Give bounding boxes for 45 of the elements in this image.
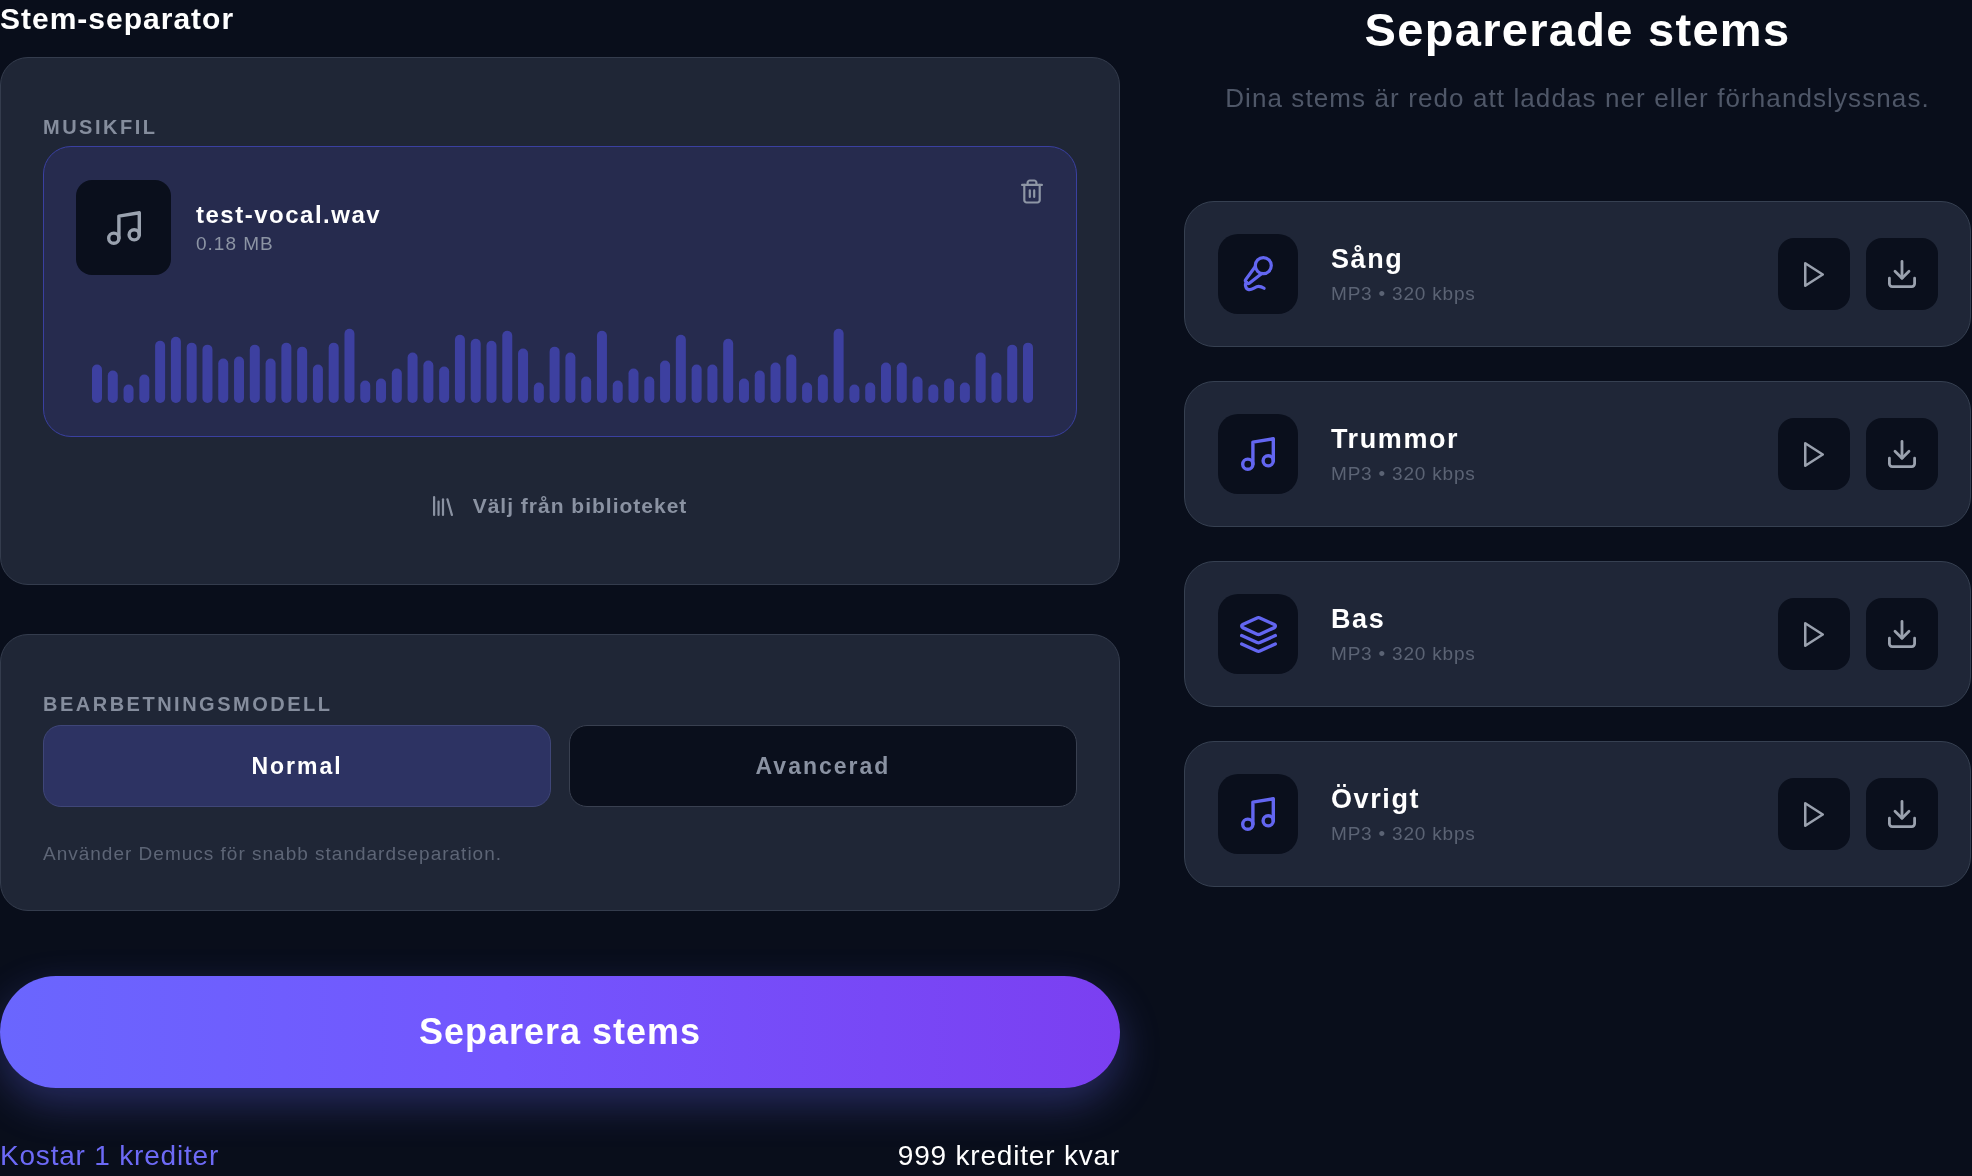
stem-name: Sång (1331, 242, 1404, 275)
stem-name: Övrigt (1331, 782, 1421, 815)
download-icon (1888, 800, 1916, 828)
stem-format: MP3 • 320 kbps (1331, 821, 1476, 846)
play-icon (1804, 261, 1824, 287)
stem-format: MP3 • 320 kbps (1331, 281, 1476, 306)
stem-name: Trummor (1331, 422, 1460, 455)
trash-icon[interactable] (1021, 179, 1043, 204)
play-icon (1804, 801, 1824, 827)
model-option[interactable]: Avancerad (569, 725, 1077, 807)
results-title: Separerade stems (1364, 2, 1791, 58)
section-label: MUSIKFIL (43, 117, 158, 137)
cost-note: Kostar 1 krediter (0, 1140, 220, 1172)
stem-name: Bas (1331, 602, 1386, 635)
download-icon (1888, 440, 1916, 468)
separate-button[interactable]: Separera stems (0, 976, 1120, 1088)
download-button[interactable] (1866, 238, 1938, 310)
play-button[interactable] (1778, 778, 1850, 850)
play-button[interactable] (1778, 238, 1850, 310)
play-icon (1804, 441, 1824, 467)
library-button[interactable]: Välj från biblioteket (422, 481, 698, 531)
download-button[interactable] (1866, 778, 1938, 850)
stem-format: MP3 • 320 kbps (1331, 461, 1476, 486)
music-note-icon (1218, 774, 1298, 854)
books-icon (432, 496, 453, 516)
download-icon (1888, 260, 1916, 288)
file-name: test-vocal.wav (196, 200, 382, 229)
music-note-icon (76, 180, 171, 275)
model-option[interactable]: Normal (43, 725, 551, 807)
section-label: BEARBETNINGSMODELL (43, 694, 333, 714)
play-icon (1804, 621, 1824, 647)
play-button[interactable] (1778, 418, 1850, 490)
stem-format: MP3 • 320 kbps (1331, 641, 1476, 666)
layers-icon (1218, 594, 1298, 674)
results-subtitle: Dina stems är redo att laddas ner eller förhandslyssnas. (1225, 82, 1930, 114)
credit-balance: 999 krediter kvar (897, 1140, 1120, 1172)
music-note-icon (1218, 414, 1298, 494)
play-button[interactable] (1778, 598, 1850, 670)
download-button[interactable] (1866, 598, 1938, 670)
file-size: 0.18 MB (196, 232, 274, 255)
app-title: Stem-separator (0, 3, 235, 35)
model-description: Använder Demucs för snabb standardseparation. (43, 844, 503, 864)
microphone-icon (1218, 234, 1298, 314)
download-icon (1888, 620, 1916, 648)
download-button[interactable] (1866, 418, 1938, 490)
